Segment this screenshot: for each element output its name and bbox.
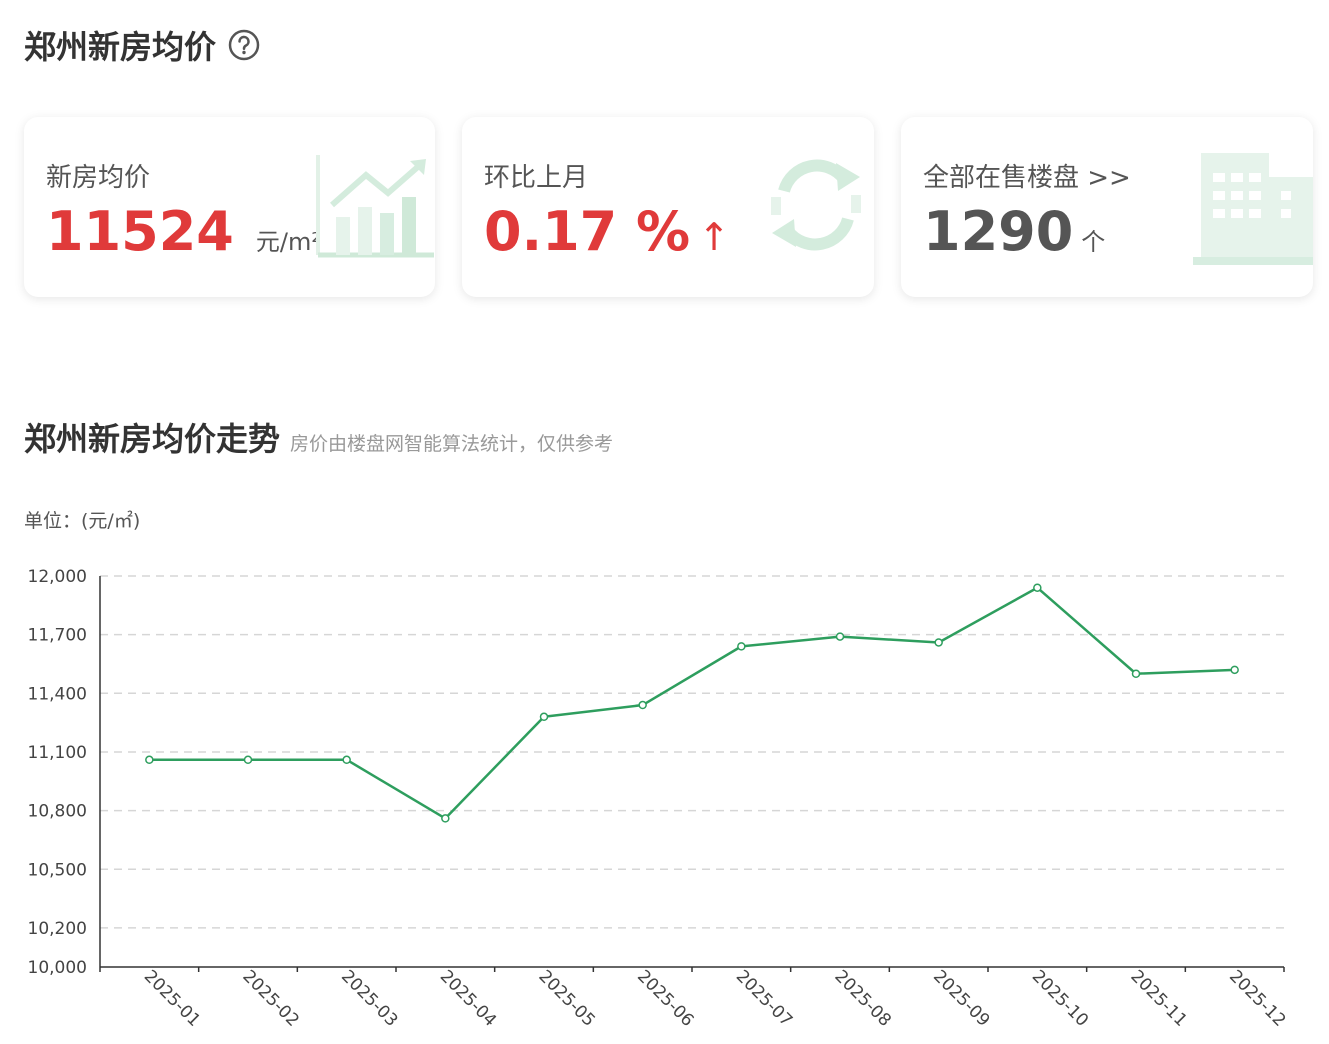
y-tick-label: 10,500 <box>28 860 87 880</box>
x-tick-label: 2025-04 <box>436 966 500 1030</box>
data-point <box>539 712 549 722</box>
refresh-cycle-icon <box>771 159 861 251</box>
avg-price-unit: 元/m² <box>255 228 321 256</box>
question-circle-icon[interactable] <box>228 29 260 61</box>
x-tick-label: 2025-02 <box>238 966 302 1030</box>
data-point <box>638 700 647 710</box>
x-tick-label: 2025-07 <box>732 966 796 1030</box>
bar-chart-trend-icon <box>316 155 434 258</box>
data-point <box>1131 669 1141 678</box>
avg-price-card: 新房均价 11524 元/m² <box>24 117 435 297</box>
x-tick-label: 2025-01 <box>140 966 204 1030</box>
x-tick-label: 2025-05 <box>534 966 598 1030</box>
y-tick-label: 11,400 <box>28 684 87 704</box>
listings-card[interactable]: 全部在售楼盘 >> 1290 个 <box>901 117 1313 297</box>
listings-link[interactable]: 全部在售楼盘 >> <box>923 157 1131 194</box>
avg-price-value: 11524 <box>46 200 234 263</box>
data-point <box>243 755 253 765</box>
y-tick-label: 10,800 <box>28 802 87 822</box>
y-tick-label: 11,700 <box>28 626 87 646</box>
y-tick-label: 12,000 <box>28 567 87 587</box>
page-title-text: 郑州新房均价 <box>24 28 217 66</box>
mom-change-label: 环比上月 <box>484 163 589 193</box>
data-point <box>441 814 450 823</box>
y-tick-label: 11,100 <box>28 743 87 763</box>
x-tick-label: 2025-10 <box>1028 966 1092 1030</box>
y-tick-label: 10,000 <box>28 958 87 978</box>
x-tick-label: 2025-12 <box>1225 966 1289 1030</box>
listings-value-row: 1290 个 <box>923 205 1105 259</box>
data-point <box>737 642 746 651</box>
page-title: 郑州新房均价 <box>24 22 260 68</box>
data-point <box>145 755 154 765</box>
mom-change-value: 0.17 % <box>484 200 691 263</box>
trend-section-header: 郑州新房均价走势 房价由楼盘网智能算法统计，仅供参考 <box>24 414 613 460</box>
y-tick-label: 10,200 <box>28 919 87 939</box>
trend-up-icon: ↑ <box>698 215 730 259</box>
trend-section-subtitle: 房价由楼盘网智能算法统计，仅供参考 <box>290 433 614 455</box>
x-tick-label: 2025-08 <box>830 966 894 1030</box>
mom-change-value-row: 0.17 % ↑ <box>484 200 730 263</box>
series-line <box>149 586 1235 820</box>
listings-unit: 个 <box>1081 228 1106 256</box>
x-tick-label: 2025-11 <box>1126 966 1190 1030</box>
chart-unit-label: 单位：(元/㎡) <box>24 510 141 532</box>
listings-count: 1290 <box>923 200 1074 263</box>
data-point <box>1033 583 1042 592</box>
x-tick-label: 2025-06 <box>633 966 697 1030</box>
avg-price-label: 新房均价 <box>46 163 151 193</box>
data-point <box>934 638 943 647</box>
avg-price-value-row: 11524 元/m² <box>46 205 321 259</box>
x-tick-label: 2025-03 <box>337 966 401 1030</box>
trend-section-title: 郑州新房均价走势 <box>24 420 281 458</box>
data-point <box>835 632 845 641</box>
mom-change-card: 环比上月 0.17 % ↑ <box>462 117 874 297</box>
building-icon <box>1193 153 1313 265</box>
data-point <box>342 755 351 765</box>
x-tick-label: 2025-09 <box>929 966 993 1030</box>
data-point <box>1230 665 1239 675</box>
